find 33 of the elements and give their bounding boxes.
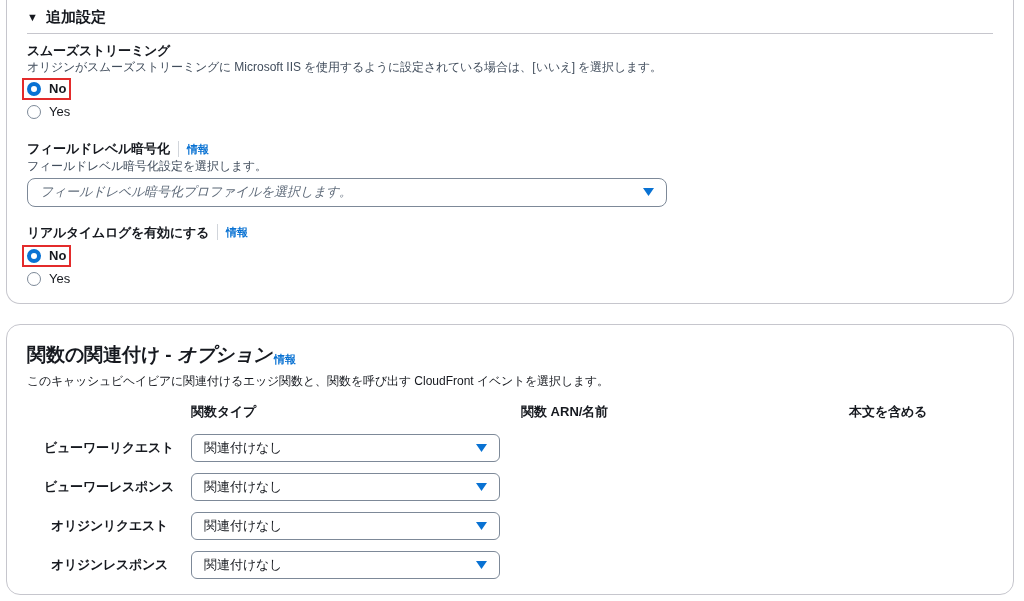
field-label: スムーズストリーミング — [27, 41, 170, 60]
radio-option[interactable]: No — [27, 246, 67, 266]
collapse-toggle[interactable]: ▼ — [27, 9, 38, 26]
info-link[interactable]: 情報 — [226, 224, 248, 241]
field-label: フィールドレベル暗号化 — [27, 140, 170, 158]
caret-icon — [476, 522, 487, 530]
radio-option[interactable]: No — [27, 79, 67, 99]
section-description: このキャッシュビヘイビアに関連付けるエッジ関数と、関数を呼び出す CloudFront イベントを選択します。 — [27, 372, 611, 390]
column-header: 本文を含める — [849, 402, 928, 421]
caret-icon — [643, 188, 654, 196]
select-field[interactable]: 関連付けなし — [191, 551, 500, 579]
select-field[interactable]: 関連付けなし — [191, 434, 500, 462]
info-link[interactable]: 情報 — [187, 140, 209, 157]
column-header: 関数 ARN/名前 — [521, 402, 609, 421]
select-field[interactable]: 関連付けなし — [191, 473, 500, 501]
event-label: ビューワーレスポンス — [43, 478, 175, 497]
caret-icon — [476, 483, 487, 491]
event-label: ビューワーリクエスト — [43, 439, 175, 458]
radio-option[interactable]: Yes — [27, 269, 71, 289]
select-field[interactable]: フィールドレベル暗号化プロファイルを選択します。 — [27, 177, 667, 207]
radio-option[interactable]: Yes — [27, 102, 71, 122]
section-heading: 追加設定 — [45, 7, 106, 27]
event-label: オリジンリクエスト — [49, 517, 169, 536]
field-description: オリジンがスムーズストリーミングに Microsoft IIS を使用するように設定されている場合は、[いいえ] を選択します。 — [27, 60, 664, 75]
field-description: フィールドレベル暗号化設定を選択します。 — [27, 158, 268, 174]
section-heading: 関数の関連付け - オプション — [27, 343, 272, 367]
info-link[interactable]: 情報 — [273, 351, 296, 368]
event-label: オリジンレスポンス — [49, 556, 169, 575]
caret-icon — [476, 444, 487, 452]
caret-icon — [476, 561, 487, 569]
column-header: 関数タイプ — [191, 402, 256, 421]
field-label: リアルタイムログを有効にする — [27, 223, 209, 242]
select-field[interactable]: 関連付けなし — [191, 512, 500, 540]
